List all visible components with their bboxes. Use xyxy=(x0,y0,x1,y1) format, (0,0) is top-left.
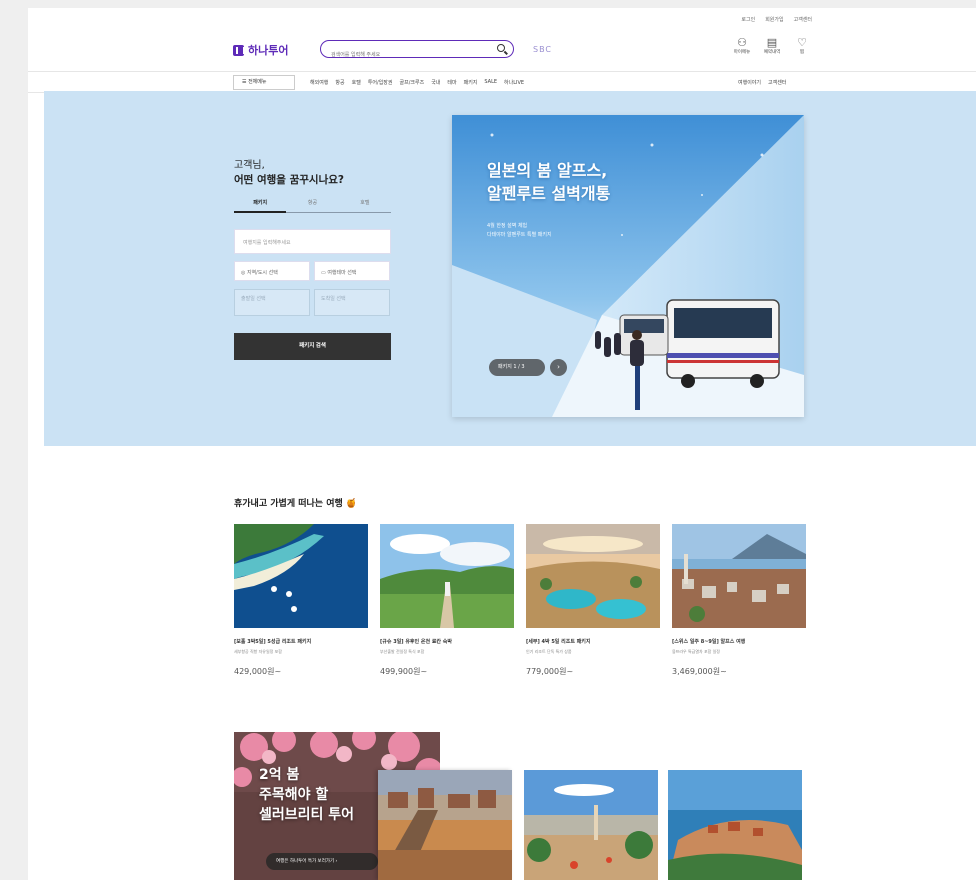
nav-item-flight[interactable]: 항공 xyxy=(335,79,344,86)
tab-flight[interactable]: 항공 xyxy=(286,199,338,212)
option-row: ◎ 지역/도시 선택 ▭ 여행테마 선택 xyxy=(234,261,390,281)
header: 하나투어 SBC ⚇ 마이메뉴 ▤ 예약내역 ♡ 찜 xyxy=(28,32,976,70)
banner-next-button[interactable]: › xyxy=(550,359,567,376)
feature-line1: 2억 봄 xyxy=(259,767,300,783)
search-icon[interactable] xyxy=(497,44,505,52)
banner-title-line1: 일본의 봄 알프스, xyxy=(487,161,608,180)
banner-sub-line2: 다테야마 알펜루트 특별 패키지 xyxy=(487,232,552,238)
package-search-button[interactable]: 패키지 검색 xyxy=(234,333,391,360)
nav-item-sale[interactable]: SALE xyxy=(484,79,497,86)
date-row: 출발일 선택 도착일 선택 xyxy=(234,289,390,316)
login-link[interactable]: 로그인 xyxy=(741,16,755,23)
customer-center-link[interactable]: 고객센터 xyxy=(794,16,812,23)
wishlist-button[interactable]: ♡ 찜 xyxy=(793,36,811,55)
wishlist-label: 찜 xyxy=(799,50,805,55)
feature-cta-button[interactable]: 여행은 하나투어 특가 보러가기 › xyxy=(266,853,378,870)
greeting-line2: 어떤 여행을 꿈꾸시나요? xyxy=(234,174,345,186)
banner-sub-line1: 4월 한정 설벽 체험 xyxy=(487,223,528,229)
reservations-button[interactable]: ▤ 예약내역 xyxy=(763,36,781,55)
product-price: 779,000원~ xyxy=(526,667,574,676)
product-image xyxy=(672,524,806,628)
my-menu-label: 마이메뉴 xyxy=(733,50,751,55)
reservations-label: 예약내역 xyxy=(763,50,781,55)
product-title: [규슈 3일] 유후인 온천 료칸 숙박 xyxy=(380,639,452,645)
product-list: [보홀 3박5일] 5성급 리조트 패키지 세부항공 직항 자유일정 포함 42… xyxy=(234,524,806,677)
heart-icon: ♡ xyxy=(797,36,807,49)
feature-line3: 셀러브리티 투어 xyxy=(259,807,355,823)
product-card[interactable]: [규슈 3일] 유후인 온천 료칸 숙박 부산출발 전일정 특식 포함 499,… xyxy=(380,524,514,677)
nav-items: 해외여행 항공 호텔 투어/입장권 골프/크루즈 국내 테마 패키지 SALE … xyxy=(310,79,524,86)
hero-banner[interactable]: 일본의 봄 알프스, 알펜루트 설벽개통 4월 한정 설벽 체험 다테야마 알펜… xyxy=(452,115,804,417)
gaudi-park-image[interactable] xyxy=(524,770,658,880)
nav-item-domestic[interactable]: 국내 xyxy=(431,79,440,86)
banner-subtitle: 4월 한정 설벽 체험 다테야마 알펜루트 특별 패키지 xyxy=(487,222,552,240)
return-date-field[interactable]: 도착일 선택 xyxy=(314,289,390,316)
product-image xyxy=(380,524,514,628)
nav-item-stories[interactable]: 여행이야기 xyxy=(738,79,761,86)
greeting: 고객님, 어떤 여행을 꿈꾸시나요? xyxy=(234,159,344,187)
destination-input[interactable]: 여행지를 입력해주세요 xyxy=(234,229,391,254)
product-price: 499,900원~ xyxy=(380,667,428,676)
nav-item-golf[interactable]: 골프/크루즈 xyxy=(400,79,425,86)
hero-section: 고객님, 어떤 여행을 꿈꾸시나요? 패키지 항공 호텔 여행지를 입력해주세요… xyxy=(44,91,976,446)
tab-hotel[interactable]: 호텔 xyxy=(339,199,391,212)
product-title: [스위스 일주 8~9일] 알프스 여행 xyxy=(672,639,746,645)
park-image xyxy=(524,770,658,880)
banner-pager[interactable]: 패키지 1 / 3 xyxy=(489,359,545,376)
greeting-line1: 고객님, xyxy=(234,160,265,171)
product-image xyxy=(526,524,660,628)
main-nav: ☰ 전체메뉴 해외여행 항공 호텔 투어/입장권 골프/크루즈 국내 테마 패키… xyxy=(28,71,976,93)
feature-title: 2억 봄 주목해야 할 셀러브리티 투어 xyxy=(259,765,354,825)
nav-item-help[interactable]: 고객센터 xyxy=(768,79,786,86)
nav-item-overseas[interactable]: 해외여행 xyxy=(310,79,328,86)
product-image xyxy=(234,524,368,628)
product-desc: 인기 리조트 단독 특가 상품 xyxy=(526,649,572,654)
feature-overlap-image[interactable] xyxy=(378,770,512,880)
logo[interactable]: 하나투어 xyxy=(233,42,288,58)
tab-package[interactable]: 패키지 xyxy=(234,199,287,213)
product-desc: 부산출발 전일정 특식 포함 xyxy=(380,649,425,654)
feature-line2: 주목해야 할 xyxy=(259,787,329,803)
promo-logo[interactable]: SBC xyxy=(533,45,552,54)
section-title: 휴가내고 가볍게 떠나는 여행 🍯 xyxy=(234,499,358,509)
product-card[interactable]: [보홀 3박5일] 5성급 리조트 패키지 세부항공 직항 자유일정 포함 42… xyxy=(234,524,368,677)
banner-title-line2: 알펜루트 설벽개통 xyxy=(487,184,611,203)
logo-text: 하나투어 xyxy=(248,44,289,57)
search-box xyxy=(320,40,514,62)
my-menu-button[interactable]: ⚇ 마이메뉴 xyxy=(733,36,751,55)
logo-icon xyxy=(233,44,245,56)
banner-title: 일본의 봄 알프스, 알펜루트 설벽개통 xyxy=(487,159,610,205)
nav-item-theme[interactable]: 테마 xyxy=(447,79,456,86)
nav-right: 여행이야기 고객센터 xyxy=(738,79,786,86)
signup-link[interactable]: 회원가입 xyxy=(765,16,783,23)
departure-date-field[interactable]: 출발일 선택 xyxy=(234,289,310,316)
util-links: 로그인 회원가입 고객센터 xyxy=(741,16,812,23)
search-input[interactable] xyxy=(331,48,491,62)
header-icons: ⚇ 마이메뉴 ▤ 예약내역 ♡ 찜 xyxy=(733,36,811,55)
dubrovnik-image[interactable] xyxy=(668,770,802,880)
nav-item-tour[interactable]: 투어/입장권 xyxy=(368,79,393,86)
nav-item-package[interactable]: 패키지 xyxy=(464,79,478,86)
nav-item-live[interactable]: 하나LIVE xyxy=(504,79,524,86)
product-price: 429,000원~ xyxy=(234,667,282,676)
product-title: [세부] 4박 5일 리조트 패키지 xyxy=(526,639,591,645)
nav-item-hotel[interactable]: 호텔 xyxy=(352,79,361,86)
all-menu-button[interactable]: ☰ 전체메뉴 xyxy=(233,75,295,90)
calendar-icon: ▤ xyxy=(766,36,778,49)
coast-image xyxy=(668,770,802,880)
user-icon: ⚇ xyxy=(737,36,747,49)
prague-image xyxy=(378,770,512,880)
product-desc: 융프라우 특급열차 포함 일정 xyxy=(672,649,720,654)
product-title: [보홀 3박5일] 5성급 리조트 패키지 xyxy=(234,639,312,645)
search-tabs: 패키지 항공 호텔 xyxy=(234,199,391,213)
page: 로그인 회원가입 고객센터 하나투어 SBC ⚇ 마이메뉴 ▤ 예약내역 ♡ 찜 xyxy=(28,8,976,880)
theme-select[interactable]: ▭ 여행테마 선택 xyxy=(314,261,390,281)
region-select[interactable]: ◎ 지역/도시 선택 xyxy=(234,261,310,281)
product-price: 3,469,000원~ xyxy=(672,667,727,676)
product-card[interactable]: [스위스 일주 8~9일] 알프스 여행 융프라우 특급열차 포함 일정 3,4… xyxy=(672,524,806,677)
product-card[interactable]: [세부] 4박 5일 리조트 패키지 인기 리조트 단독 특가 상품 779,0… xyxy=(526,524,660,677)
product-desc: 세부항공 직항 자유일정 포함 xyxy=(234,649,282,654)
